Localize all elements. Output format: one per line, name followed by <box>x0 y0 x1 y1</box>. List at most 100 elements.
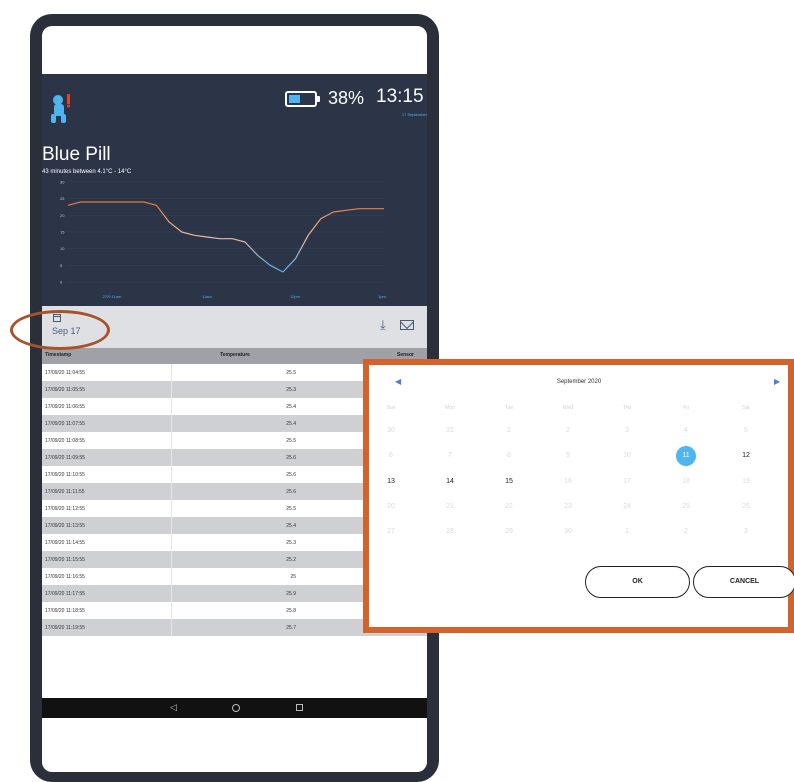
pill-mascot-icon <box>51 94 70 123</box>
calendar-day: 30 <box>564 528 572 535</box>
calendar-day: 16 <box>564 478 572 485</box>
y-tick-label: 25 <box>60 196 65 201</box>
cell-divider <box>171 568 172 585</box>
calendar-day: 22 <box>505 503 513 510</box>
temperature-cell: 25.5 <box>286 370 296 376</box>
calendar-day-selected[interactable]: 11 <box>666 452 706 459</box>
cell-divider <box>171 551 172 568</box>
date-picker-dialog: ◀ September 2020 ▶ Sun Mon Tue Wed Thu Fri Sat… <box>363 359 794 633</box>
calendar-day: 19 <box>742 478 750 485</box>
cell-divider <box>171 534 172 551</box>
weekday-label: Mon <box>445 405 455 411</box>
calendar-day: 8 <box>507 452 511 459</box>
clock: 13:15 <box>376 86 424 107</box>
timestamp-cell: 17/09/20 11:07:55 <box>45 421 85 427</box>
calendar-day: 3 <box>744 528 748 535</box>
calendar-day: 24 <box>623 503 631 510</box>
cell-divider <box>171 466 172 483</box>
weekday-label: Wed <box>562 405 574 411</box>
battery-percent: 38% <box>328 88 365 108</box>
calendar-day: 7 <box>448 452 452 459</box>
tablet-bezel-bottom <box>42 718 427 772</box>
download-icon[interactable]: ⤓ <box>380 318 386 331</box>
month-title: September 2020 <box>556 379 602 385</box>
y-tick-label: 20 <box>60 213 65 218</box>
cell-divider <box>171 602 172 619</box>
y-tick-label: 5 <box>60 263 63 268</box>
y-tick-label: 15 <box>60 230 65 235</box>
weekday-label: Tue <box>504 405 514 411</box>
y-tick-label: 30 <box>60 180 65 185</box>
x-tick-label: 12pm <box>290 294 301 299</box>
calendar-day: 9 <box>566 452 570 459</box>
timestamp-cell: 17/09/20 11:05:55 <box>45 387 85 393</box>
calendar-day: 6 <box>389 452 393 459</box>
weekday-label: Sun <box>386 405 396 411</box>
timestamp-cell: 17/09/20 11:08:55 <box>45 438 85 444</box>
timestamp-cell: 17/09/20 11:06:55 <box>45 404 85 410</box>
calendar-day: 5 <box>744 427 748 434</box>
temperature-series-line <box>67 201 384 273</box>
temperature-cell: 25.9 <box>286 591 296 597</box>
temperature-cell: 25.5 <box>286 506 296 512</box>
calendar-day: 27 <box>387 528 395 535</box>
cell-divider <box>171 483 172 500</box>
back-icon[interactable]: ◁ <box>170 702 177 713</box>
weekday-label: Sat <box>742 405 750 411</box>
calendar-day: 20 <box>387 503 395 510</box>
temperature-cell: 25.6 <box>286 455 296 461</box>
column-header-timestamp: Timestamp <box>45 352 72 358</box>
recent-apps-icon[interactable] <box>296 704 303 711</box>
temperature-cell: 25.4 <box>286 404 296 410</box>
chevron-left-icon[interactable]: ◀ <box>395 377 401 386</box>
calendar-day: 28 <box>446 528 454 535</box>
weekday-label: Fri <box>683 405 689 411</box>
stage: 38% 13:15 17 September Blue Pill 43 minu… <box>0 0 794 782</box>
y-tick-label: 0 <box>60 280 63 285</box>
cell-divider <box>171 517 172 534</box>
ok-button[interactable]: OK <box>585 566 690 598</box>
mail-icon[interactable] <box>400 320 414 330</box>
timestamp-cell: 17/09/20 11:09:55 <box>45 455 85 461</box>
cell-divider <box>171 381 172 398</box>
cell-divider <box>171 398 172 415</box>
temperature-cell: 25.4 <box>286 421 296 427</box>
calendar-day: 1 <box>507 427 511 434</box>
calendar-day: 31 <box>446 427 454 434</box>
timestamp-cell: 17/09/20 11:19:55 <box>45 625 85 631</box>
x-tick-label: 11am <box>202 294 212 299</box>
temperature-cell: 25.4 <box>286 523 296 529</box>
date-highlight-oval <box>10 310 110 350</box>
x-tick-label: 27/9 11am <box>103 294 122 299</box>
temperature-cell: 25 <box>290 574 296 580</box>
timestamp-cell: 17/09/20 11:18:55 <box>45 608 85 614</box>
calendar-day[interactable]: 14 <box>430 478 470 485</box>
temperature-chart: 30 25 20 15 10 5 0 27/9 11am 11am 12pm 1pm <box>60 180 387 300</box>
calendar-day: 18 <box>682 478 690 485</box>
cell-divider <box>171 585 172 602</box>
cancel-button[interactable]: CANCEL <box>693 566 794 598</box>
y-tick-label: 10 <box>60 246 65 251</box>
calendar-day: 1 <box>625 528 629 535</box>
calendar-day: 2 <box>566 427 570 434</box>
x-tick-label: 1pm <box>378 294 386 299</box>
cell-divider <box>171 415 172 432</box>
timestamp-cell: 17/09/20 11:15:55 <box>45 557 85 563</box>
calendar-day: 29 <box>505 528 513 535</box>
temperature-cell: 25.5 <box>286 438 296 444</box>
calendar-day[interactable]: 13 <box>371 478 411 485</box>
column-header-temperature: Temperature <box>220 352 250 358</box>
calendar-day: 17 <box>623 478 631 485</box>
timestamp-cell: 17/09/20 11:13:55 <box>45 523 85 529</box>
temperature-cell: 25.8 <box>286 608 296 614</box>
cell-divider <box>171 500 172 517</box>
calendar-day[interactable]: 12 <box>726 452 766 459</box>
timestamp-cell: 17/09/20 11:17:55 <box>45 591 85 597</box>
chevron-right-icon[interactable]: ▶ <box>774 377 780 386</box>
calendar-day[interactable]: 15 <box>489 478 529 485</box>
weekday-label: Thu <box>622 405 632 411</box>
calendar-day: 23 <box>564 503 572 510</box>
battery-level-fill <box>289 95 300 103</box>
home-icon[interactable] <box>232 704 240 712</box>
cell-divider <box>171 364 172 381</box>
